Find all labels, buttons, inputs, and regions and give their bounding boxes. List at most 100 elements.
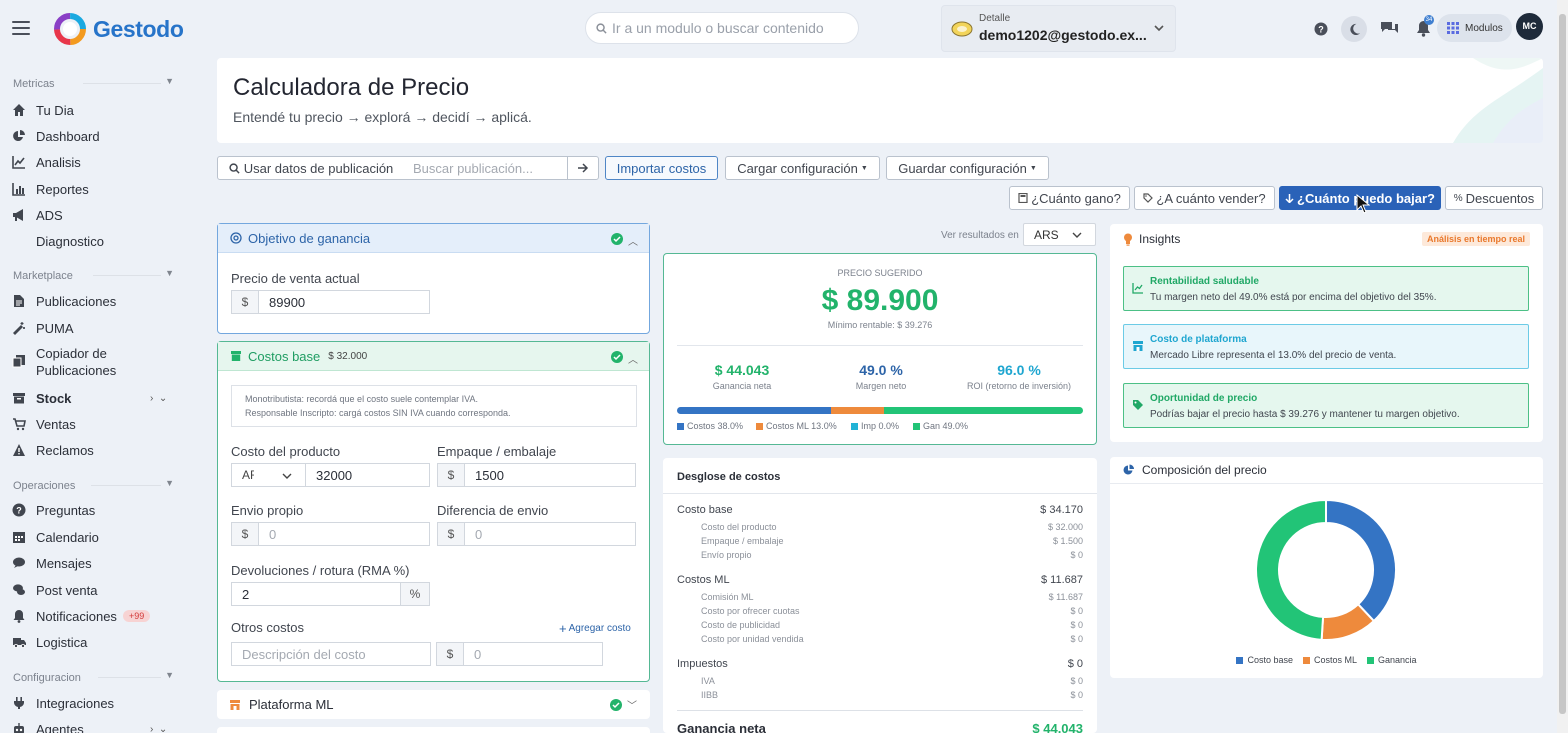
card-title: Costos base bbox=[248, 348, 321, 364]
mouse-cursor-icon bbox=[1356, 194, 1370, 214]
sidebar-item-integraciones[interactable]: Integraciones bbox=[12, 692, 187, 714]
page-scrollbar[interactable] bbox=[1557, 0, 1568, 733]
sidebar-item-puma[interactable]: PUMA bbox=[12, 317, 187, 339]
load-config-button[interactable]: Cargar configuración ▼ bbox=[725, 156, 880, 180]
sidebar-item-preguntas[interactable]: ? Preguntas bbox=[12, 499, 187, 521]
envio-input[interactable] bbox=[259, 522, 430, 546]
button-label: Cargar configuración bbox=[737, 160, 858, 176]
store-icon bbox=[1133, 341, 1143, 351]
avatar[interactable]: MC bbox=[1516, 13, 1543, 40]
sidebar-item-notificaciones[interactable]: Notificaciones +99 bbox=[12, 605, 187, 627]
use-publication-button[interactable]: Usar datos de publicación bbox=[217, 156, 405, 180]
sidebar-item-ads[interactable]: ADS bbox=[12, 204, 187, 226]
costos-header[interactable]: Costos base $ 32.000 bbox=[218, 342, 649, 371]
legend-item: Ganancia bbox=[1367, 655, 1417, 665]
chevron-down-icon bbox=[1072, 232, 1082, 238]
modulos-button[interactable]: Modulos bbox=[1437, 14, 1512, 42]
account-email: demo1202@gestodo.ex... bbox=[979, 27, 1147, 43]
sidebar-item-ventas[interactable]: Ventas bbox=[12, 413, 187, 435]
logo[interactable]: Gestodo bbox=[54, 13, 184, 45]
rma-label: Devoluciones / rotura (RMA %) bbox=[231, 563, 410, 578]
legend-swatch bbox=[913, 422, 920, 430]
import-costs-button[interactable]: Importar costos bbox=[605, 156, 718, 180]
sidebar-section-operaciones[interactable]: Operaciones ▼ bbox=[13, 478, 175, 494]
sidebar-item-analisis[interactable]: Analisis bbox=[12, 151, 187, 173]
lightbulb-icon bbox=[1124, 233, 1132, 246]
caret-down-icon: ▼ bbox=[1029, 164, 1037, 172]
sidebar-item-mensajes[interactable]: Mensajes bbox=[12, 552, 187, 574]
chevron-down-icon[interactable]: ﹀ bbox=[627, 697, 637, 712]
chevron-up-icon[interactable]: ︿ bbox=[628, 351, 638, 366]
producto-input[interactable] bbox=[306, 463, 430, 487]
otros-desc-input[interactable] bbox=[231, 642, 431, 666]
sidebar-item-diagnostico[interactable]: Diagnostico bbox=[12, 230, 187, 252]
chevron-up-icon[interactable]: ︿ bbox=[628, 233, 638, 248]
scrollbar-thumb[interactable] bbox=[1559, 14, 1566, 714]
go-arrow-button[interactable] bbox=[567, 156, 599, 180]
diferencia-input[interactable] bbox=[465, 522, 636, 546]
currency-select[interactable]: ARS bbox=[231, 463, 306, 487]
sidebar-item-calendario[interactable]: Calendario bbox=[12, 526, 187, 548]
row-label: Costo por ofrecer cuotas bbox=[701, 606, 800, 616]
sidebar-item-publicaciones[interactable]: Publicaciones bbox=[12, 290, 187, 312]
mode-a-cuanto-vender-button[interactable]: ¿A cuánto vender? bbox=[1134, 186, 1275, 210]
sidebar-section-configuracion[interactable]: Configuracion ▼ bbox=[13, 670, 175, 686]
sidebar-item-logistica[interactable]: Logistica bbox=[12, 631, 187, 653]
desglose-group-row: Costo base $ 34.170 bbox=[677, 504, 1083, 516]
insights-card: Insights Análisis en tiempo real Rentabi… bbox=[1110, 224, 1543, 442]
menu-icon[interactable] bbox=[12, 21, 30, 35]
sidebar-item-post-venta[interactable]: Post venta bbox=[12, 579, 187, 601]
kpi-label: Margen neto bbox=[855, 381, 907, 391]
search-input[interactable] bbox=[612, 20, 848, 36]
sidebar-item-dashboard[interactable]: Dashboard bbox=[12, 125, 187, 147]
dark-mode-toggle[interactable] bbox=[1341, 16, 1367, 42]
objetivo-header[interactable]: Objetivo de ganancia bbox=[218, 224, 649, 253]
mode-descuentos-button[interactable]: % Descuentos bbox=[1445, 186, 1543, 210]
sidebar-section-metricas[interactable]: Metricas ▼ bbox=[13, 76, 175, 92]
chat-icon[interactable] bbox=[1380, 20, 1400, 36]
sidebar-section-marketplace[interactable]: Marketplace ▼ bbox=[13, 268, 175, 284]
legend-item: Gan 49.0% bbox=[913, 421, 968, 431]
mode-cuanto-gano-button[interactable]: ¿Cuánto gano? bbox=[1009, 186, 1130, 210]
empaque-input[interactable] bbox=[465, 463, 636, 487]
rma-input[interactable] bbox=[231, 582, 401, 606]
sidebar-item-reclamos[interactable]: Reclamos bbox=[12, 439, 187, 461]
save-config-button[interactable]: Guardar configuración ▼ bbox=[886, 156, 1049, 180]
sidebar-item-copiador[interactable]: Copiador de Publicaciones bbox=[12, 345, 187, 381]
sidebar-item-label: Dashboard bbox=[36, 128, 100, 144]
global-search[interactable] bbox=[585, 12, 859, 44]
box-icon bbox=[13, 393, 25, 404]
kpi-value: 49.0 % bbox=[859, 362, 903, 378]
sidebar-item-label: Ventas bbox=[36, 416, 76, 432]
row-value: $ 0 bbox=[1070, 620, 1083, 630]
sidebar-item-agentes[interactable]: Agentes › ⌄ bbox=[12, 718, 187, 733]
sidebar-item-tu-dia[interactable]: Tu Dia bbox=[12, 99, 187, 121]
roi-kpi: 96.0 % ROI (retorno de inversión) bbox=[949, 362, 1089, 391]
producto-input-group: ARS bbox=[231, 463, 430, 487]
breakdown-segment bbox=[884, 407, 1083, 414]
row-label: Ganancia neta bbox=[677, 721, 766, 733]
add-cost-link[interactable]: + Agregar costo bbox=[559, 621, 631, 636]
sidebar-item-reportes[interactable]: Reportes bbox=[12, 178, 187, 200]
help-icon[interactable]: ? bbox=[1314, 22, 1328, 36]
check-circle-icon bbox=[611, 351, 623, 363]
account-selector[interactable]: Detalle demo1202@gestodo.ex... bbox=[941, 5, 1176, 52]
card-title: Composición del precio bbox=[1142, 463, 1267, 477]
kpi-label: Ganancia neta bbox=[712, 381, 772, 391]
plataforma-card[interactable]: Plataforma ML ﹀ bbox=[217, 690, 650, 719]
results-currency-select[interactable]: ARS bbox=[1023, 223, 1096, 246]
note-line: Monotributista: recordá que el costo sue… bbox=[245, 394, 478, 404]
currency-prefix: $ bbox=[436, 642, 464, 666]
robot-icon bbox=[14, 723, 24, 733]
sidebar-item-stock[interactable]: Stock › ⌄ bbox=[12, 387, 187, 409]
plataforma-header[interactable]: Plataforma ML bbox=[217, 690, 650, 719]
legend-item: Costos ML bbox=[1302, 655, 1357, 665]
row-label: Costos ML bbox=[677, 574, 730, 586]
button-label: Descuentos bbox=[1465, 190, 1535, 206]
producto-label: Costo del producto bbox=[231, 444, 341, 459]
otros-value-input[interactable] bbox=[464, 642, 603, 666]
divider bbox=[93, 275, 161, 276]
price-input[interactable] bbox=[259, 290, 430, 314]
publication-search-input[interactable] bbox=[404, 156, 568, 180]
row-value: $ 0 bbox=[1070, 676, 1083, 686]
